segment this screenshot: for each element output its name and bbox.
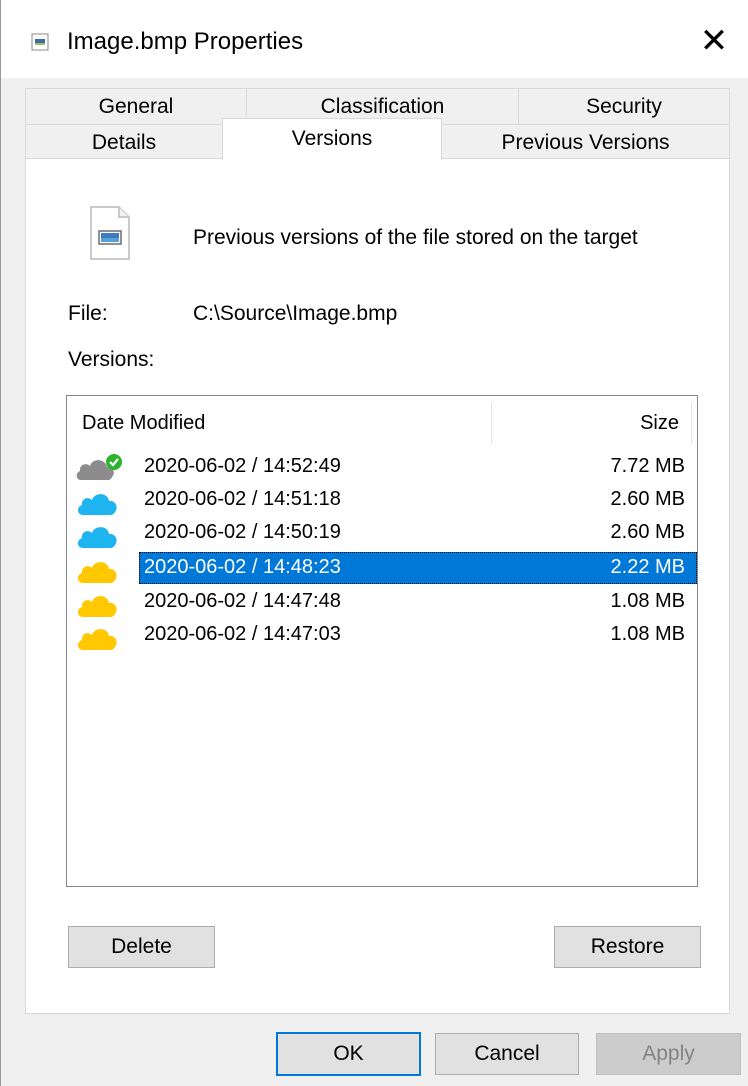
restore-button[interactable]: Restore — [554, 926, 701, 968]
versions-label: Versions: — [68, 348, 155, 371]
version-size: 1.08 MB — [610, 590, 685, 612]
cloud-yellow-icon — [77, 596, 117, 617]
tab-general-label: General — [98, 95, 174, 118]
version-row[interactable]: 2020-06-02 / 14:51:18 2.60 MB — [67, 484, 697, 516]
version-date: 2020-06-02 / 14:50:19 — [144, 521, 341, 543]
column-header-size[interactable]: Size — [640, 412, 679, 435]
tab-security[interactable]: Security — [518, 88, 730, 126]
versions-description: Previous versions of the file stored on … — [193, 226, 638, 249]
cloud-blue-icon — [77, 494, 117, 515]
version-size: 2.60 MB — [610, 488, 685, 510]
file-path: C:\Source\Image.bmp — [193, 302, 398, 325]
title-bar: Image.bmp Properties ✕ — [1, 8, 748, 78]
version-row[interactable]: 2020-06-02 / 14:47:03 1.08 MB — [67, 619, 697, 651]
versions-list[interactable]: Date Modified Size 2020-06-02 / 14:52:49… — [66, 395, 698, 887]
ok-button[interactable]: OK — [276, 1032, 421, 1076]
tab-general[interactable]: General — [25, 88, 247, 126]
version-date: 2020-06-02 / 14:48:23 — [144, 556, 341, 578]
cloud-yellow-icon — [77, 629, 117, 650]
tab-classification-label: Classification — [320, 95, 445, 118]
cloud-yellow-icon — [77, 562, 117, 583]
version-date: 2020-06-02 / 14:52:49 — [144, 455, 341, 477]
version-date: 2020-06-02 / 14:51:18 — [144, 488, 341, 510]
version-date: 2020-06-02 / 14:47:48 — [144, 590, 341, 612]
tab-versions-label: Versions — [291, 127, 373, 150]
version-row[interactable]: 2020-06-02 / 14:50:19 2.60 MB — [67, 517, 697, 549]
cancel-button[interactable]: Cancel — [435, 1033, 579, 1075]
version-size: 1.08 MB — [610, 623, 685, 645]
version-row[interactable]: 2020-06-02 / 14:47:48 1.08 MB — [67, 586, 697, 618]
version-size: 2.22 MB — [610, 556, 685, 578]
column-header-date-modified[interactable]: Date Modified — [82, 412, 205, 435]
properties-dialog: Image.bmp Properties ✕ General Classific… — [0, 0, 748, 1086]
file-label: File: — [68, 302, 108, 325]
close-button[interactable]: ✕ — [679, 8, 748, 74]
tab-previous-versions[interactable]: Previous Versions — [441, 124, 730, 159]
column-divider[interactable] — [491, 402, 492, 444]
bitmap-file-icon — [31, 33, 49, 51]
cloud-blue-icon — [77, 527, 117, 548]
window-title: Image.bmp Properties — [67, 28, 304, 55]
delete-button[interactable]: Delete — [68, 926, 215, 968]
tab-security-label: Security — [586, 95, 662, 118]
cloud-gray-check-icon — [76, 454, 122, 480]
version-row-selected[interactable]: 2020-06-02 / 14:48:23 2.22 MB — [67, 552, 697, 584]
tab-details-label: Details — [91, 131, 157, 154]
version-size: 7.72 MB — [610, 455, 685, 477]
version-row[interactable]: 2020-06-02 / 14:52:49 7.72 MB — [67, 451, 697, 483]
close-icon: ✕ — [699, 22, 729, 60]
version-size: 2.60 MB — [610, 521, 685, 543]
apply-button[interactable]: Apply — [596, 1033, 741, 1075]
column-divider-end — [691, 402, 692, 444]
tab-versions[interactable]: Versions — [222, 118, 442, 160]
version-date: 2020-06-02 / 14:47:03 — [144, 623, 341, 645]
bitmap-document-icon — [90, 206, 130, 260]
tab-previous-versions-label: Previous Versions — [501, 131, 670, 154]
tab-details[interactable]: Details — [25, 124, 223, 159]
